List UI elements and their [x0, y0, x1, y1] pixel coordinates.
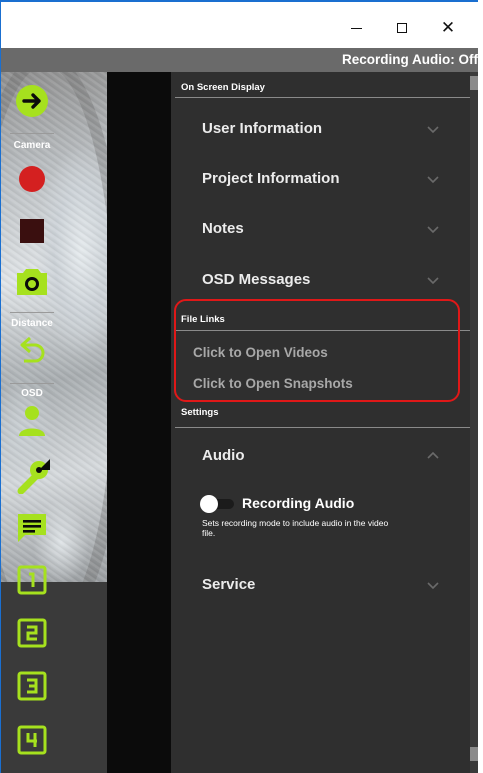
stop-button[interactable]	[0, 218, 64, 244]
settings-heading: Settings	[181, 407, 219, 418]
camera-section-label: Camera	[13, 140, 51, 151]
title-bar: ✕	[1, 2, 478, 48]
accordion-service[interactable]: Service	[171, 563, 470, 607]
minimize-icon	[350, 27, 362, 29]
comment-icon	[18, 514, 46, 542]
accordion-label: Service	[202, 576, 256, 593]
record-icon	[19, 166, 45, 192]
maximize-button[interactable]	[379, 8, 425, 48]
wrench-icon	[17, 459, 50, 494]
side-toolbar	[107, 72, 171, 773]
proceed-button[interactable]	[0, 84, 64, 118]
section-divider	[175, 427, 470, 428]
file-links-highlight	[174, 299, 460, 402]
accordion-label: Project Information	[202, 170, 340, 187]
distance-reset-button[interactable]	[0, 335, 64, 367]
accordion-audio[interactable]: Audio	[171, 434, 470, 478]
channel-3-button[interactable]	[0, 671, 64, 701]
section-divider	[175, 97, 470, 98]
on-screen-display-heading: On Screen Display	[181, 82, 265, 93]
maximize-icon	[397, 23, 407, 33]
panel-scrollbar[interactable]	[470, 72, 478, 773]
scrollbar-thumb-top[interactable]	[470, 76, 478, 90]
box-3-icon	[17, 671, 47, 701]
close-icon: ✕	[440, 17, 456, 38]
accordion-user-information[interactable]: User Information	[171, 107, 470, 151]
accordion-notes[interactable]: Notes	[171, 207, 470, 251]
camera-icon	[17, 269, 47, 295]
minimize-button[interactable]	[333, 8, 379, 48]
accordion-osd-messages[interactable]: OSD Messages	[171, 258, 470, 302]
arrow-right-circle-icon	[16, 85, 48, 117]
toggle-knob	[200, 495, 218, 513]
settings-tools-button[interactable]	[0, 458, 64, 494]
accordion-project-information[interactable]: Project Information	[171, 157, 470, 201]
person-icon	[19, 406, 45, 436]
chevron-up-icon	[427, 451, 439, 459]
recording-audio-status: Recording Audio: Off	[342, 52, 478, 67]
close-button[interactable]: ✕	[425, 8, 471, 48]
user-osd-button[interactable]	[0, 405, 64, 437]
undo-arrow-icon	[20, 336, 45, 363]
toolbar-separator	[10, 383, 54, 384]
toolbar-separator	[10, 133, 54, 134]
window-edge	[478, 0, 483, 773]
recording-audio-description: Sets recording mode to include audio in …	[202, 518, 389, 538]
chevron-down-icon	[427, 226, 439, 234]
channel-1-button[interactable]	[0, 565, 64, 595]
snapshot-button[interactable]	[0, 266, 64, 296]
chevron-down-icon	[427, 277, 439, 285]
notes-button[interactable]	[0, 512, 64, 544]
scrollbar-thumb-bottom[interactable]	[470, 747, 478, 761]
distance-section-label: Distance	[11, 318, 53, 329]
channel-4-button[interactable]	[0, 725, 64, 755]
record-button[interactable]	[0, 165, 64, 193]
osd-section-label: OSD	[21, 388, 43, 399]
chevron-down-icon	[427, 126, 439, 134]
box-4-icon	[17, 725, 47, 755]
channel-2-button[interactable]	[0, 618, 64, 648]
accordion-label: Audio	[202, 447, 245, 464]
box-1-icon	[17, 565, 47, 595]
box-2-icon	[17, 618, 47, 648]
recording-audio-label: Recording Audio	[242, 495, 355, 511]
accordion-label: Notes	[202, 220, 244, 237]
chevron-down-icon	[427, 176, 439, 184]
status-bar: Recording Audio: Off	[1, 48, 478, 72]
chevron-down-icon	[427, 582, 439, 590]
toolbar-separator	[10, 312, 54, 313]
accordion-label: User Information	[202, 120, 323, 137]
accordion-label: OSD Messages	[202, 271, 311, 288]
recording-audio-toggle[interactable]	[200, 495, 234, 513]
stop-icon	[20, 219, 44, 243]
